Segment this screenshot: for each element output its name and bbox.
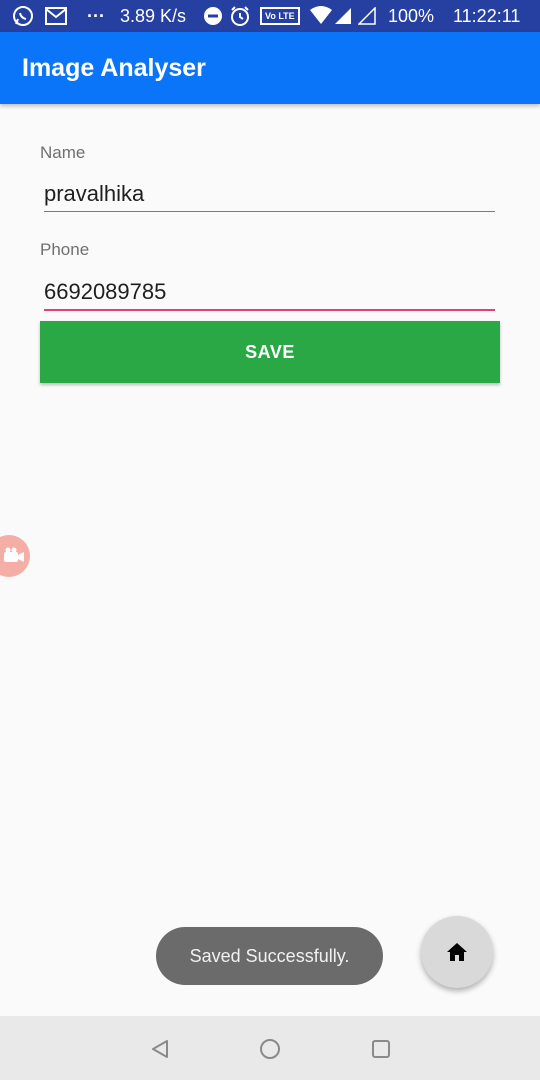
phone-field-underline bbox=[44, 309, 495, 311]
home-circle-icon[interactable] bbox=[257, 1036, 283, 1062]
screen-recorder-bubble[interactable] bbox=[0, 535, 30, 577]
battery-level: 100% bbox=[388, 5, 435, 26]
save-button[interactable]: SAVE bbox=[40, 321, 500, 383]
clock: 11:22:11 bbox=[453, 5, 521, 26]
status-bar: ··· 3.89 K/s Vo LTE 100% 11:22:11 bbox=[0, 0, 540, 32]
phone-field[interactable] bbox=[44, 272, 495, 312]
volte-label: Vo LTE bbox=[260, 7, 300, 25]
app-bar: Image Analyser bbox=[0, 32, 540, 104]
dnd-icon bbox=[203, 0, 223, 32]
more-dots-icon: ··· bbox=[87, 5, 105, 26]
back-icon[interactable] bbox=[147, 1036, 173, 1062]
signal-icon bbox=[334, 0, 352, 32]
volte-icon: Vo LTE bbox=[260, 0, 300, 32]
navigation-bar bbox=[0, 1016, 540, 1080]
whatsapp-icon bbox=[12, 0, 34, 32]
wifi-icon bbox=[309, 0, 333, 32]
name-field-underline bbox=[44, 211, 495, 212]
video-camera-icon bbox=[2, 546, 26, 566]
signal-empty-icon bbox=[358, 0, 376, 32]
net-speed: 3.89 K/s bbox=[120, 5, 187, 26]
recents-icon[interactable] bbox=[368, 1036, 394, 1062]
name-field[interactable] bbox=[44, 174, 495, 214]
name-label: Name bbox=[40, 143, 86, 162]
phone-label: Phone bbox=[40, 240, 90, 259]
toast-message: Saved Successfully. bbox=[156, 927, 383, 985]
home-fab[interactable] bbox=[421, 916, 493, 988]
alarm-icon bbox=[229, 0, 251, 32]
gmail-icon bbox=[44, 0, 68, 32]
home-icon bbox=[445, 941, 469, 963]
app-title: Image Analyser bbox=[22, 54, 206, 82]
